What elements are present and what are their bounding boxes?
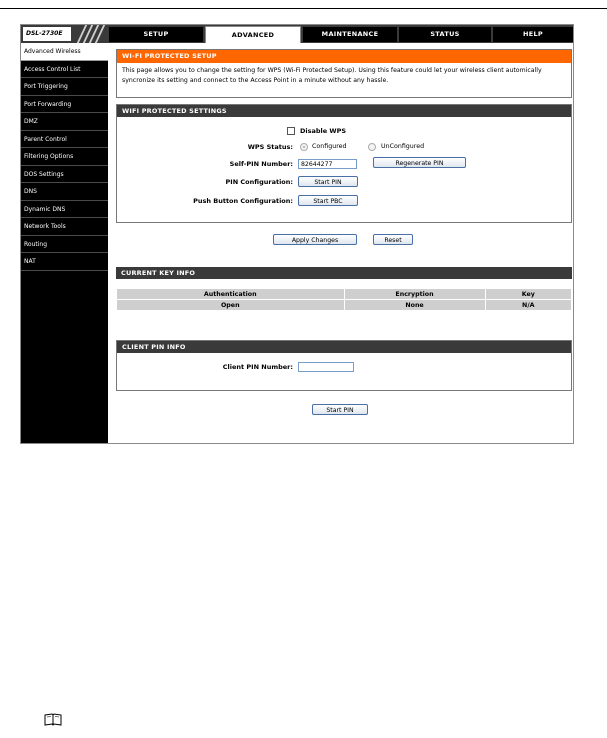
current-key-info-panel: CURRENT KEY INFO Authentication Encrypti… bbox=[116, 267, 573, 322]
table-row: Open None N/A bbox=[116, 299, 573, 311]
sidebar-item-nat[interactable]: NAT bbox=[21, 253, 108, 271]
disable-wps-label: Disable WPS bbox=[300, 127, 347, 135]
wps-status-label: WPS Status: bbox=[247, 143, 293, 151]
key-value: N/A bbox=[484, 299, 573, 311]
wps-status-unconfigured-label: UnConfigured bbox=[381, 143, 425, 150]
main-content: WI-FI PROTECTED SETUP This page allows y… bbox=[116, 49, 573, 421]
current-key-info-title: CURRENT KEY INFO bbox=[116, 267, 572, 279]
wps-status-configured-label: Configured bbox=[312, 143, 347, 150]
wps-intro-title: WI-FI PROTECTED SETUP bbox=[117, 50, 571, 63]
authentication-header: Authentication bbox=[116, 288, 345, 300]
push-button-configuration-label: Push Button Configuration: bbox=[193, 197, 293, 205]
encryption-header: Encryption bbox=[343, 288, 486, 300]
sidebar-item-network-tools[interactable]: Network Tools bbox=[21, 218, 108, 236]
wps-status-configured-radio[interactable] bbox=[300, 143, 308, 151]
encryption-value: None bbox=[343, 299, 486, 311]
key-info-header-row: Authentication Encryption Key bbox=[116, 288, 573, 300]
wps-settings-title: WIFI PROTECTED SETTINGS bbox=[117, 105, 571, 117]
sidebar-item-filtering-options[interactable]: Filtering Options bbox=[21, 148, 108, 166]
actions-row: Apply Changes Reset bbox=[116, 223, 572, 257]
authentication-value: Open bbox=[116, 299, 345, 311]
sidebar: Advanced Wireless Access Control List Po… bbox=[21, 43, 108, 443]
sidebar-item-port-triggering[interactable]: Port Triggering bbox=[21, 78, 108, 96]
tab-setup[interactable]: SETUP bbox=[109, 27, 203, 42]
top-nav-bar: DSL-2730E SETUP ADVANCED MAINTENANCE STA… bbox=[21, 25, 573, 45]
book-icon bbox=[44, 713, 62, 726]
pin-configuration-label: PIN Configuration: bbox=[225, 178, 293, 186]
wps-intro-description: This page allows you to change the setti… bbox=[122, 67, 542, 84]
sidebar-item-dns[interactable]: DNS bbox=[21, 183, 108, 201]
brand-logo: DSL-2730E bbox=[23, 27, 71, 41]
client-pin-input[interactable] bbox=[298, 362, 354, 372]
wps-settings-panel: WIFI PROTECTED SETTINGS Disable WPS WPS … bbox=[116, 104, 572, 223]
tab-status[interactable]: STATUS bbox=[399, 27, 491, 42]
sidebar-item-access-control-list[interactable]: Access Control List bbox=[21, 61, 108, 78]
wps-intro-panel: WI-FI PROTECTED SETUP This page allows y… bbox=[116, 49, 572, 98]
self-pin-input[interactable]: 82644277 bbox=[298, 159, 357, 169]
start-pbc-button[interactable]: Start PBC bbox=[298, 195, 358, 206]
sidebar-item-dos-settings[interactable]: DOS Settings bbox=[21, 166, 108, 183]
disable-wps-checkbox[interactable] bbox=[287, 127, 295, 135]
wps-status-unconfigured-radio[interactable] bbox=[368, 143, 376, 151]
page-top-rule bbox=[0, 8, 607, 9]
tab-help[interactable]: HELP bbox=[493, 27, 573, 42]
apply-changes-button[interactable]: Apply Changes bbox=[273, 234, 357, 245]
router-admin-window: DSL-2730E SETUP ADVANCED MAINTENANCE STA… bbox=[20, 24, 574, 444]
client-start-pin-button[interactable]: Start PIN bbox=[312, 404, 368, 415]
client-pin-actions: Start PIN bbox=[116, 391, 572, 421]
tab-advanced[interactable]: ADVANCED bbox=[205, 26, 301, 43]
self-pin-label: Self-PIN Number: bbox=[229, 160, 293, 168]
reset-button[interactable]: Reset bbox=[373, 234, 413, 245]
sidebar-item-routing[interactable]: Routing bbox=[21, 236, 108, 253]
key-header: Key bbox=[484, 288, 573, 300]
client-pin-info-title: CLIENT PIN INFO bbox=[117, 341, 571, 353]
sidebar-item-dmz[interactable]: DMZ bbox=[21, 113, 108, 131]
sidebar-item-advanced-wireless[interactable]: Advanced Wireless bbox=[21, 43, 108, 61]
header-stripes-decoration bbox=[75, 25, 107, 45]
tab-maintenance[interactable]: MAINTENANCE bbox=[303, 27, 397, 42]
client-pin-label: Client PIN Number: bbox=[222, 363, 293, 371]
sidebar-item-port-forwarding[interactable]: Port Forwarding bbox=[21, 96, 108, 113]
sidebar-item-dynamic-dns[interactable]: Dynamic DNS bbox=[21, 201, 108, 218]
key-info-table: Authentication Encryption Key Open None … bbox=[116, 288, 573, 311]
sidebar-item-parent-control[interactable]: Parent Control bbox=[21, 131, 108, 148]
start-pin-button[interactable]: Start PIN bbox=[298, 176, 358, 187]
client-pin-info-panel: CLIENT PIN INFO Client PIN Number: bbox=[116, 340, 572, 391]
regenerate-pin-button[interactable]: Regenerate PIN bbox=[373, 157, 466, 168]
